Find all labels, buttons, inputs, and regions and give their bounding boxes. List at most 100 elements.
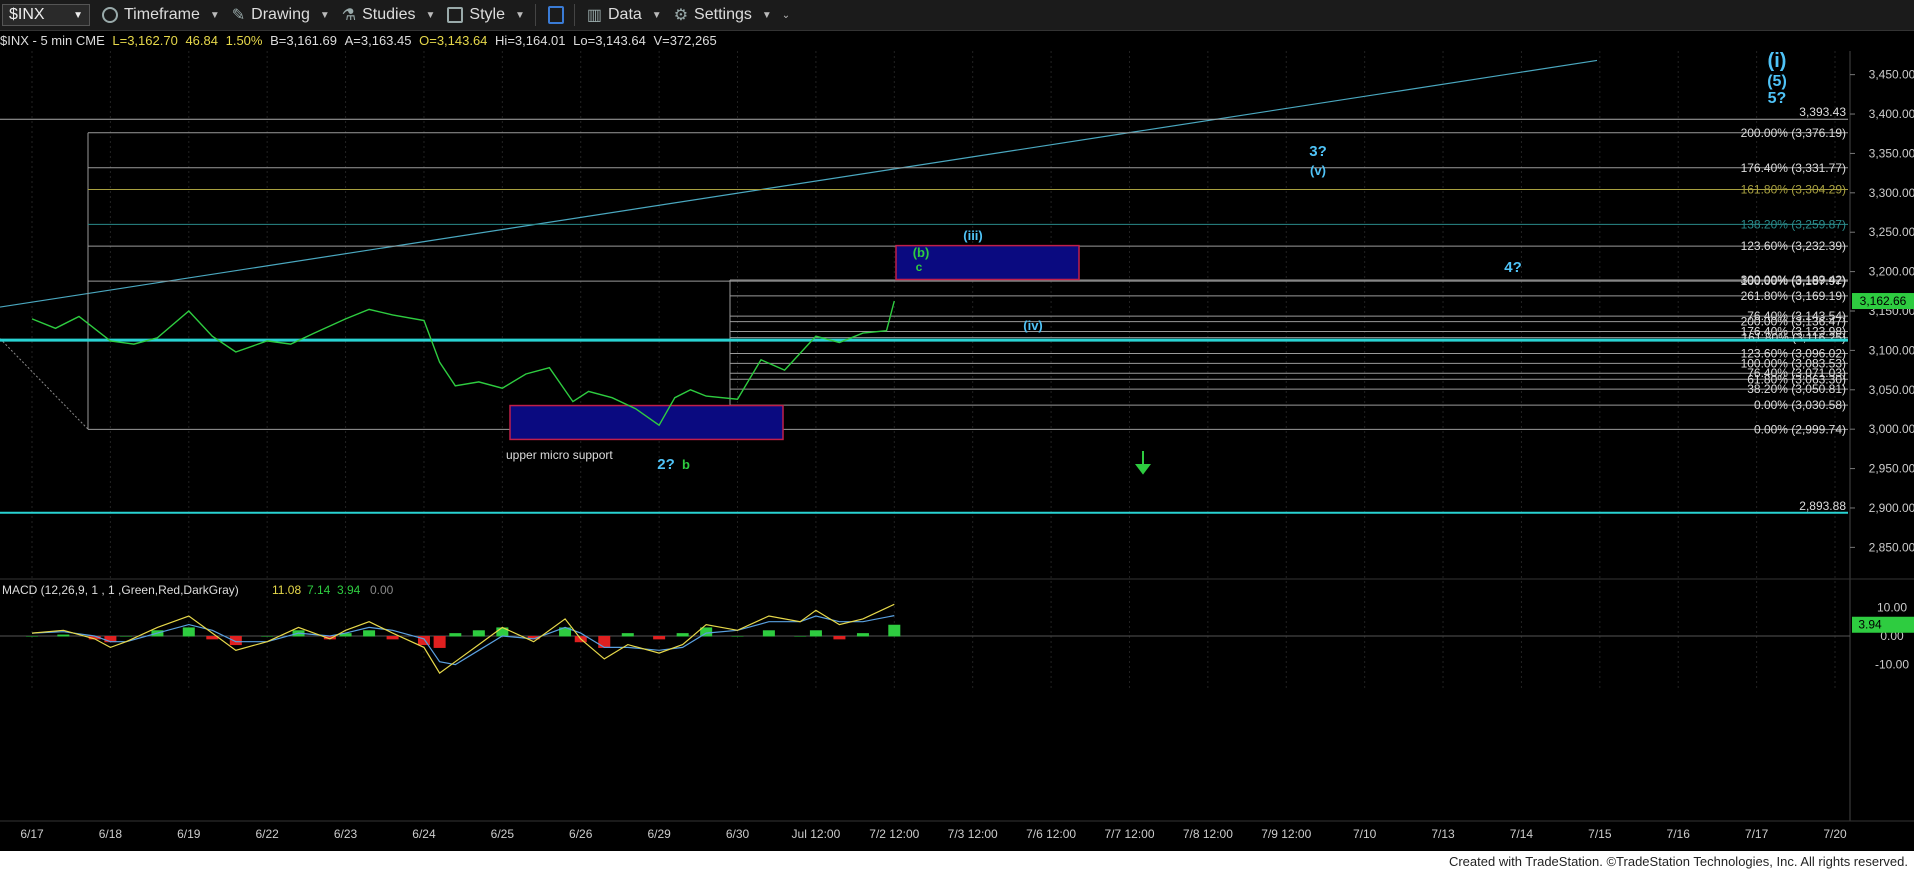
volume: V=372,265 <box>653 33 717 48</box>
macd-histogram-bar <box>57 634 70 637</box>
footer-credit: Created with TradeStation. ©TradeStation… <box>0 851 1914 873</box>
macd-histogram-bar <box>888 624 901 637</box>
gear-icon: ⚙ <box>673 7 689 24</box>
x-tick-label: 6/24 <box>412 827 436 841</box>
x-tick-label: 7/13 <box>1431 827 1455 841</box>
fib-level-label: 138.20% (3,259.87) <box>1741 217 1846 231</box>
price-chart[interactable]: 6/17 6/18 6/19 6/22 6/23 6/24 6/25 6/26 6/29 6/30… <box>0 51 1914 851</box>
last-price-tag-label: 3,162.66 <box>1860 294 1907 308</box>
y-tick-label: 3,400.00 <box>1869 107 1914 121</box>
macd-histogram-bar <box>363 630 376 637</box>
wave-label-2q: 2? <box>657 456 675 473</box>
x-tick-label: 6/23 <box>334 827 358 841</box>
x-tick-label: 6/26 <box>569 827 593 841</box>
toolbar-divider <box>534 4 536 26</box>
x-tick-label: 7/3 12:00 <box>948 827 998 841</box>
x-tick-label: Jul 12:00 <box>792 827 841 841</box>
x-tick-label: 7/15 <box>1588 827 1612 841</box>
chevron-down-icon: ▼ <box>514 9 525 21</box>
clock-icon <box>102 7 118 23</box>
x-tick-label: 6/25 <box>491 827 515 841</box>
macd-histogram-bar <box>182 627 195 637</box>
fib-level-label: 200.00% (3,376.19) <box>1741 126 1846 140</box>
x-tick-label: 6/22 <box>255 827 279 841</box>
y-tick-label: 2,900.00 <box>1869 501 1914 515</box>
y-tick-label: 3,000.00 <box>1869 422 1914 436</box>
wave-label-b: b <box>682 457 690 472</box>
wave-label-4q: 4? <box>1504 259 1522 276</box>
macd-zero-value: 0.00 <box>370 583 394 597</box>
y-tick-label: 3,200.00 <box>1869 265 1914 279</box>
macd-value: 11.08 <box>272 583 301 597</box>
ask-price: A=3,163.45 <box>344 33 412 48</box>
support-level-label: 2,893.88 <box>1799 499 1846 513</box>
y-tick-label: 2,850.00 <box>1869 540 1914 554</box>
macd-histogram-bar <box>809 630 822 637</box>
fib-level-label: 38.20% (3,050.81) <box>1747 382 1846 396</box>
fib-level-label: 176.40% (3,331.77) <box>1741 161 1846 175</box>
y-tick-label: 3,450.00 <box>1869 68 1914 82</box>
symbol-interval: $INX - 5 min CME <box>0 33 105 48</box>
y-tick-label: 3,300.00 <box>1869 186 1914 200</box>
wave-label-3q: 3? <box>1309 143 1327 160</box>
wave-label-iii: (iii) <box>963 228 983 243</box>
data-menu[interactable]: ▥ Data ▼ <box>587 5 662 25</box>
macd-histogram-bar <box>386 636 399 640</box>
layout-button[interactable] <box>547 6 564 24</box>
dotted-projection-line <box>0 338 89 430</box>
x-tick-label: 7/20 <box>1823 827 1847 841</box>
chevron-down-icon: ▼ <box>761 9 772 21</box>
x-tick-label: 6/17 <box>20 827 44 841</box>
data-label: Data <box>608 6 642 23</box>
studies-label: Studies <box>362 6 416 23</box>
fib-level-label: 0.00% (3,030.58) <box>1754 398 1846 412</box>
chevron-down-icon: ▼ <box>651 9 662 21</box>
settings-menu[interactable]: ⚙ Settings ▼ ⌄ <box>674 5 790 25</box>
macd-signal-line <box>31 615 895 666</box>
macd-hist-value: 3.94 <box>337 583 361 597</box>
fib-level-label: 0.00% (2,999.74) <box>1754 422 1846 436</box>
footer-text: Created with TradeStation. ©TradeStation… <box>1448 854 1908 869</box>
macd-histogram-bar <box>120 636 133 637</box>
x-tick-label: 7/8 12:00 <box>1183 827 1233 841</box>
last-price: L=3,162.70 <box>112 33 178 48</box>
macd-histogram-bar <box>449 633 462 637</box>
symbol-selector[interactable]: $INX ▼ <box>2 4 90 26</box>
chevron-down-icon: ▼ <box>425 9 436 21</box>
macd-histogram-bar <box>261 636 274 637</box>
wave-label-b-paren: (b) <box>913 245 930 260</box>
x-tick-label: 7/9 12:00 <box>1261 827 1311 841</box>
bid-price: B=3,161.69 <box>270 33 337 48</box>
drawing-menu[interactable]: ✎ Drawing ▼ <box>232 5 330 25</box>
fib-level-label: 261.80% (3,169.19) <box>1741 289 1846 303</box>
y-tick-label: 3,050.00 <box>1869 383 1914 397</box>
chevron-down-icon: ▼ <box>319 9 330 21</box>
style-label: Style <box>469 6 505 23</box>
wave-label-5q: 5? <box>1768 90 1787 107</box>
x-tick-label: 6/19 <box>177 827 201 841</box>
macd-y-tick-label: 10.00 <box>1877 600 1907 614</box>
macd-histogram-bar <box>676 633 689 637</box>
macd-histogram-bar <box>472 630 485 637</box>
studies-menu[interactable]: ⚗ Studies ▼ <box>342 5 436 25</box>
chevron-down-icon: ▼ <box>73 9 83 21</box>
style-menu[interactable]: Style ▼ <box>447 6 525 24</box>
x-tick-label: 7/10 <box>1353 827 1377 841</box>
macd-histogram-bar <box>26 636 38 637</box>
y-tick-label: 3,100.00 <box>1869 343 1914 357</box>
support-box <box>509 404 784 441</box>
macd-histogram-bar <box>433 636 446 648</box>
macd-histogram-bar <box>621 633 634 637</box>
fib-level-label: 161.80% (3,304.29) <box>1741 182 1846 196</box>
x-tick-label: 7/14 <box>1510 827 1534 841</box>
x-tick-label: 7/2 12:00 <box>869 827 919 841</box>
rising-trendline <box>0 59 1598 308</box>
x-tick-label: 6/18 <box>99 827 123 841</box>
high-price: Hi=3,164.01 <box>495 33 566 48</box>
timeframe-menu[interactable]: Timeframe ▼ <box>102 6 220 24</box>
y-tick-label: 2,950.00 <box>1869 462 1914 476</box>
chevron-down-icon: ▼ <box>209 9 220 21</box>
fib-level-label: 123.60% (3,232.39) <box>1741 239 1846 253</box>
x-tick-label: 7/7 12:00 <box>1104 827 1154 841</box>
chart-toolbar: $INX ▼ Timeframe ▼ ✎ Drawing ▼ ⚗ Studies… <box>0 0 1914 31</box>
